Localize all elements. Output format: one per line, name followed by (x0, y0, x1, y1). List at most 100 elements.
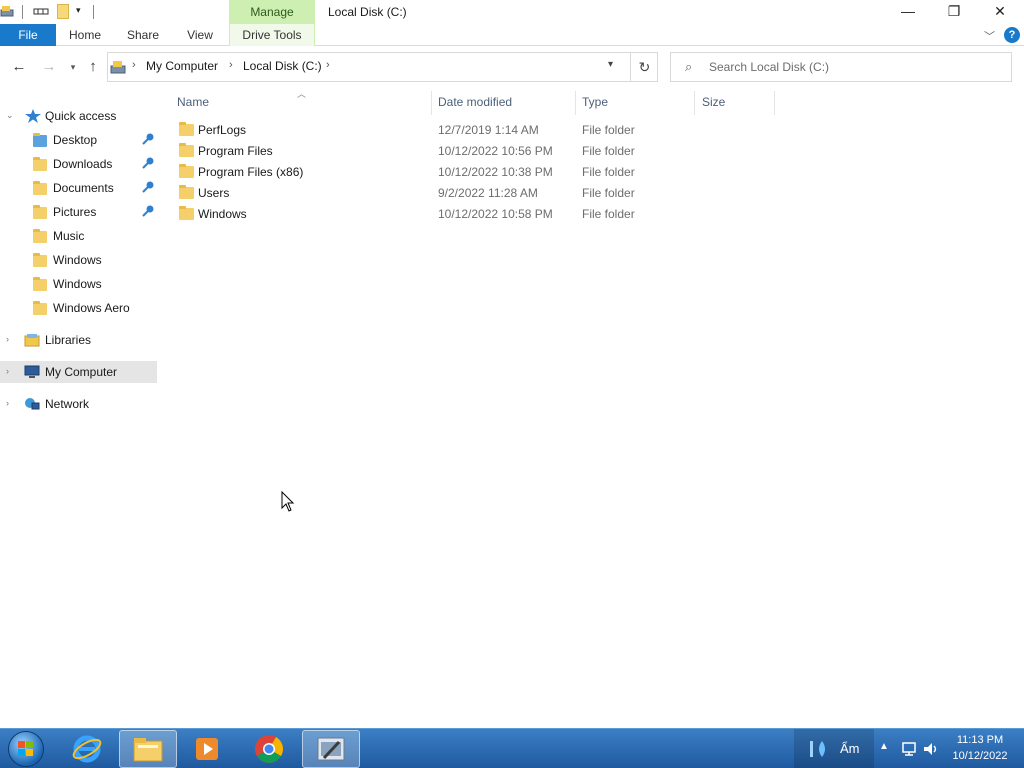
column-header-size[interactable]: Size (702, 95, 725, 109)
table-row[interactable]: Users 9/2/2022 11:28 AM File folder (173, 183, 773, 204)
tab-file[interactable]: File (0, 24, 56, 46)
sidebar-item-label: Libraries (45, 333, 92, 347)
breadcrumb-chevron-icon[interactable]: › (229, 59, 233, 71)
sidebar-item-downloads[interactable]: Downloads (0, 153, 157, 175)
sidebar-item-label: Documents (53, 181, 114, 195)
minimize-button[interactable]: — (885, 0, 931, 24)
breadcrumb-chevron-icon[interactable]: › (132, 59, 136, 71)
maximize-button[interactable]: ❐ (931, 0, 977, 24)
back-button[interactable]: ← (8, 56, 30, 78)
column-header-date-modified[interactable]: Date modified (438, 95, 512, 109)
start-button[interactable] (8, 731, 44, 767)
ribbon: File Home Share View Drive Tools ﹀ ? (0, 24, 1024, 46)
expand-ribbon-icon[interactable]: ﹀ (984, 28, 995, 44)
folder-icon (179, 122, 194, 136)
column-header-type[interactable]: Type (582, 95, 608, 109)
help-icon[interactable]: ? (1004, 27, 1020, 43)
file-type: File folder (582, 165, 635, 179)
weather-label[interactable]: Ẩm (840, 741, 860, 756)
column-header-name[interactable]: Name (177, 95, 209, 109)
column-divider[interactable] (575, 91, 576, 115)
sidebar-item-label: Windows Aero (53, 301, 130, 315)
file-explorer-icon (133, 738, 163, 762)
sidebar-item-network[interactable]: › Network (0, 393, 157, 415)
taskbar-file-explorer[interactable] (119, 730, 177, 768)
quick-access-item[interactable]: ⌄ Quick access (0, 105, 157, 127)
column-divider[interactable] (774, 91, 775, 115)
customize-qat-icon[interactable]: ▾ (76, 5, 86, 17)
properties-icon[interactable] (32, 6, 50, 18)
table-row[interactable]: Program Files (x86) 10/12/2022 10:38 PM … (173, 162, 773, 183)
clock[interactable]: 11:13 PM 10/12/2022 (944, 732, 1016, 764)
search-input[interactable] (709, 57, 999, 77)
sidebar-item-windows-aero[interactable]: Windows Aero (0, 297, 157, 319)
breadcrumb-chevron-icon[interactable]: › (326, 59, 330, 71)
forward-button[interactable]: → (38, 56, 60, 78)
taskbar-internet-explorer[interactable] (58, 730, 116, 768)
sidebar-item-documents[interactable]: Documents (0, 177, 157, 199)
show-hidden-icons-icon[interactable]: ▲ (879, 741, 889, 752)
taskbar-chrome[interactable] (240, 730, 298, 768)
file-type: File folder (582, 186, 635, 200)
breadcrumb-local-disk[interactable]: Local Disk (C:) (243, 59, 322, 73)
taskbar-media-player[interactable] (178, 730, 236, 768)
drive-icon[interactable] (0, 4, 14, 18)
taskbar-setup-app[interactable] (302, 730, 360, 768)
downloads-folder-icon (33, 157, 47, 171)
network-status-icon[interactable] (900, 741, 918, 757)
sidebar-item-libraries[interactable]: › Libraries (0, 329, 157, 351)
recent-locations-button[interactable]: ▾ (62, 56, 84, 78)
table-row[interactable]: Windows 10/12/2022 10:58 PM File folder (173, 204, 773, 225)
folder-icon (179, 143, 194, 157)
windows-logo-icon (18, 741, 33, 756)
sidebar-item-desktop[interactable]: Desktop (0, 129, 157, 151)
column-divider[interactable] (694, 91, 695, 115)
sidebar-item-windows[interactable]: Windows (0, 249, 157, 271)
computer-icon (24, 365, 40, 378)
weather-icon[interactable] (808, 739, 832, 759)
sidebar-item-label: Desktop (53, 133, 98, 147)
desktop-folder-icon (33, 133, 47, 147)
navigation-pane: ⌄ Quick access Desktop Downloads Documen… (0, 92, 157, 728)
refresh-button[interactable]: ↻ (630, 53, 658, 81)
new-folder-icon[interactable] (57, 4, 69, 19)
tab-home[interactable]: Home (58, 24, 112, 46)
internet-explorer-icon (72, 735, 102, 763)
close-button[interactable]: ✕ (977, 0, 1023, 24)
file-date: 10/12/2022 10:56 PM (438, 144, 553, 158)
search-box[interactable]: ⌕ (670, 52, 1012, 82)
file-name: Windows (198, 207, 247, 221)
sidebar-item-pictures[interactable]: Pictures (0, 201, 157, 223)
chrome-icon (255, 735, 283, 763)
up-button[interactable]: ↑ (82, 56, 104, 78)
sidebar-item-label: Windows (53, 277, 102, 291)
pin-icon (142, 157, 154, 169)
sidebar-item-label: Network (45, 397, 90, 411)
sort-ascending-icon: ︿ (297, 89, 307, 99)
qat-separator (93, 5, 94, 19)
tab-view[interactable]: View (174, 24, 226, 46)
breadcrumb-my-computer[interactable]: My Computer (146, 59, 218, 73)
volume-icon[interactable] (922, 741, 940, 757)
expand-chevron-icon[interactable]: › (6, 398, 9, 408)
file-name: Program Files (198, 144, 273, 158)
address-bar[interactable]: › My Computer › Local Disk (C:) › ▾ ↻ (107, 52, 658, 82)
sidebar-item-windows[interactable]: Windows (0, 273, 157, 295)
folder-icon (33, 301, 47, 315)
sidebar-item-music[interactable]: Music (0, 225, 157, 247)
column-divider[interactable] (431, 91, 432, 115)
sidebar-item-label: Pictures (53, 205, 97, 219)
tab-drive-tools[interactable]: Drive Tools (229, 24, 315, 46)
expand-chevron-icon[interactable]: › (6, 366, 9, 376)
manage-context-tab[interactable]: Manage (229, 0, 315, 24)
music-folder-icon (33, 229, 47, 243)
folder-icon (33, 253, 47, 267)
file-name: Users (198, 186, 230, 200)
collapse-chevron-icon[interactable]: ⌄ (6, 110, 14, 121)
sidebar-item-my-computer[interactable]: › My Computer (0, 361, 157, 383)
expand-chevron-icon[interactable]: › (6, 334, 9, 344)
address-dropdown-icon[interactable]: ▾ (608, 59, 613, 70)
table-row[interactable]: PerfLogs 12/7/2019 1:14 AM File folder (173, 120, 773, 141)
tab-share[interactable]: Share (116, 24, 170, 46)
table-row[interactable]: Program Files 10/12/2022 10:56 PM File f… (173, 141, 773, 162)
